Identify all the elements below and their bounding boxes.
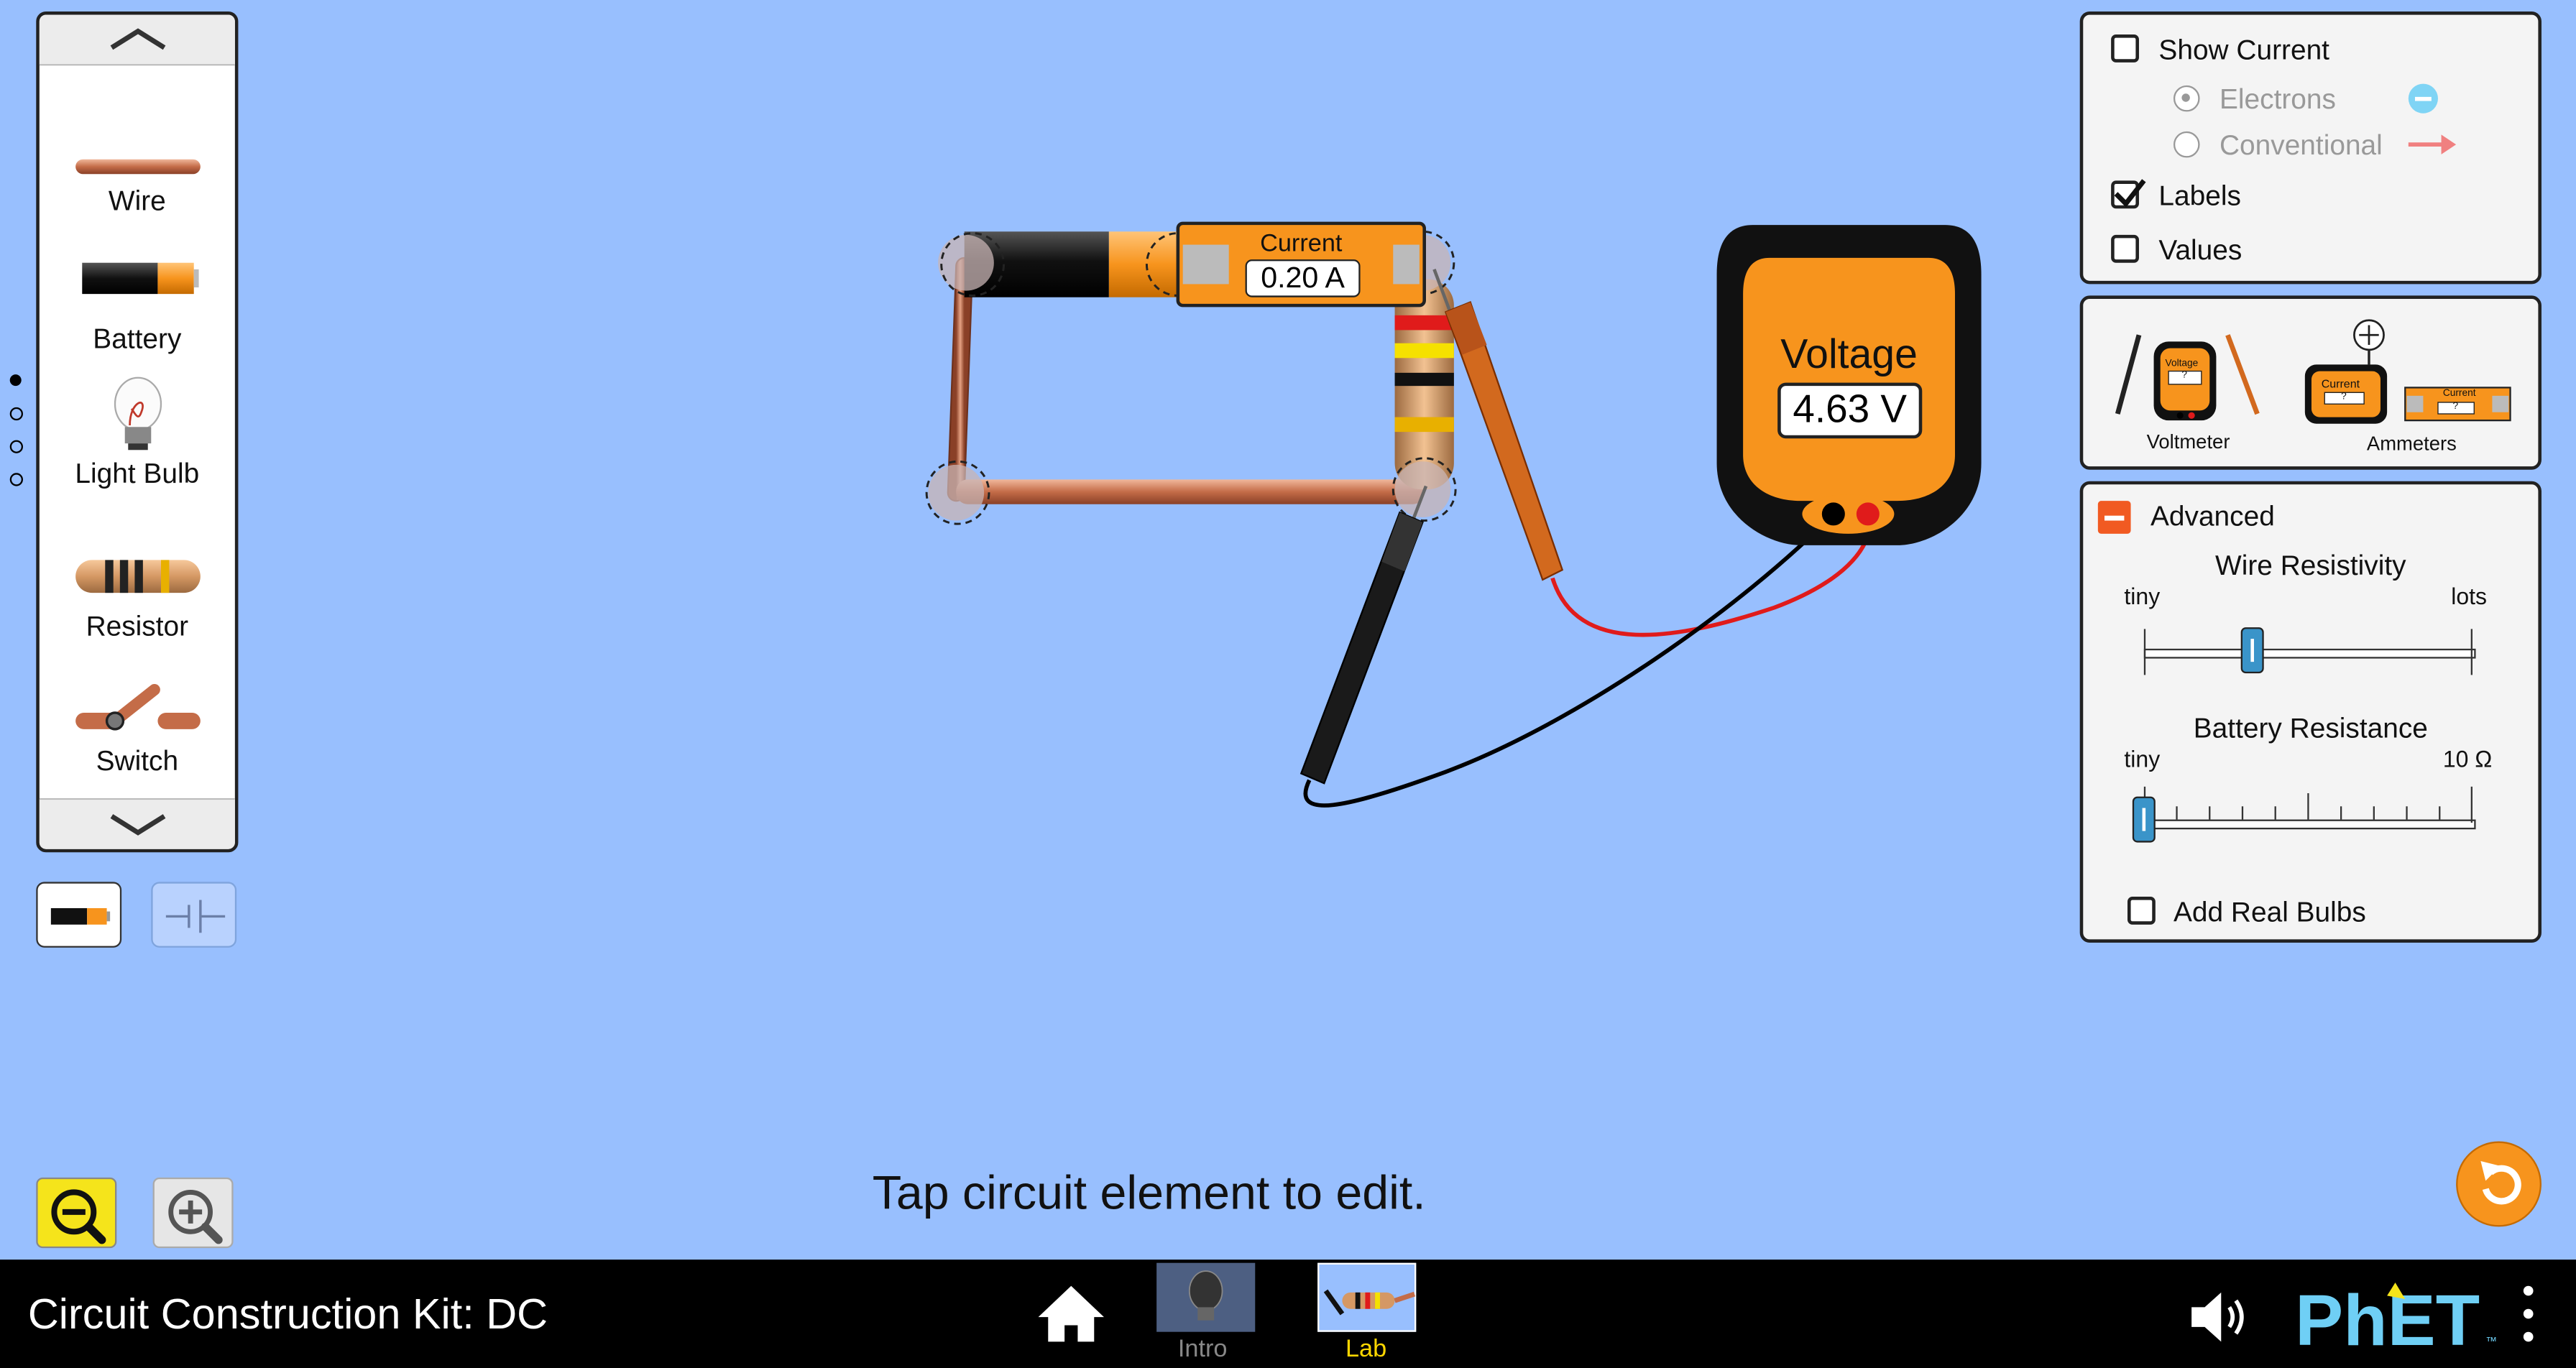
- resistor[interactable]: [1394, 279, 1454, 490]
- svg-text:™: ™: [2485, 1336, 2497, 1348]
- display-options-panel: Show Current Electrons Conventional Labe…: [2079, 11, 2542, 285]
- svg-text:PhET: PhET: [2295, 1280, 2480, 1361]
- conventional-radio[interactable]: [2173, 131, 2200, 158]
- labels-checkbox[interactable]: [2111, 179, 2146, 209]
- voltmeter-tool-icon: [2115, 334, 2260, 421]
- reset-all-button[interactable]: [2456, 1141, 2542, 1227]
- ammeter-tool-icon: [2304, 319, 2511, 424]
- speaker-icon: [2191, 1292, 2244, 1342]
- light-bulb-icon: [1188, 1270, 1223, 1321]
- battery-resistance-ticks: [2143, 786, 2472, 823]
- zoom-out-button[interactable]: [36, 1177, 117, 1249]
- wire-resistivity-thumb[interactable]: [2240, 627, 2264, 674]
- screen-tab-lab-label[interactable]: Lab: [1346, 1335, 1386, 1363]
- battery-resistance-max-label: 10 Ω: [2442, 745, 2493, 772]
- home-icon: [1038, 1285, 1104, 1342]
- wire-resistivity-max-label: lots: [2451, 583, 2488, 609]
- voltmeter-tool-icon-text: Voltage: [2165, 359, 2199, 370]
- sound-toggle-button[interactable]: [2185, 1286, 2260, 1349]
- simulation-screen: Wire Battery Light Bulb Resistor Switch …: [0, 0, 2576, 1368]
- series-ammeter[interactable]: Current 0.20 A: [1176, 221, 1426, 308]
- add-real-bulbs-label[interactable]: Add Real Bulbs: [2174, 897, 2366, 930]
- ammeter-readout: 0.20 A: [1245, 259, 1361, 297]
- advanced-collapse-button[interactable]: [2097, 501, 2131, 534]
- values-checkbox[interactable]: [2111, 234, 2139, 263]
- home-button[interactable]: [1035, 1282, 1108, 1348]
- wire-resistivity-label: Wire Resistivity: [2215, 550, 2406, 582]
- wire-bottom[interactable]: [956, 479, 1425, 504]
- voltmeter[interactable]: Voltage 4.63 V: [1716, 225, 1982, 545]
- screen-tab-intro-label[interactable]: Intro: [1178, 1335, 1228, 1363]
- show-current-checkbox[interactable]: [2111, 34, 2139, 63]
- screen-tab-lab[interactable]: [1317, 1262, 1417, 1332]
- voltmeter-tool[interactable]: Voltage ? Voltmeter: [2110, 318, 2267, 453]
- conventional-arrow-icon: [2408, 134, 2457, 154]
- reset-icon: [2480, 1160, 2521, 1205]
- zoom-in-button[interactable]: [152, 1177, 234, 1249]
- phet-menu-button[interactable]: PhET ™: [2292, 1272, 2555, 1361]
- battery-resistance-min-label: tiny: [2124, 745, 2161, 772]
- vertex-bottom-left[interactable]: [925, 460, 990, 525]
- ammeter-series-icon-value: ?: [2452, 402, 2459, 412]
- phet-logo-icon: PhET ™: [2295, 1280, 2497, 1361]
- ammeters-tool-label: Ammeters: [2366, 432, 2457, 456]
- kebab-menu-icon[interactable]: [2522, 1285, 2535, 1349]
- wire-resistivity-min-label: tiny: [2124, 583, 2161, 609]
- battery-resistance-slider[interactable]: [2132, 786, 2476, 843]
- sim-title: Circuit Construction Kit: DC: [27, 1289, 548, 1339]
- electrons-radio[interactable]: [2173, 85, 2200, 112]
- ammeter-series-icon-text: Current: [2442, 389, 2476, 399]
- ammeters-tool[interactable]: Current ? Current ? Ammeters: [2296, 312, 2526, 455]
- add-real-bulbs-checkbox[interactable]: [2127, 896, 2156, 925]
- values-label[interactable]: Values: [2158, 235, 2242, 268]
- battery-resistance-thumb[interactable]: [2132, 796, 2156, 843]
- voltmeter-label: Voltage: [1780, 331, 1918, 378]
- checkmark-icon: [2114, 179, 2146, 208]
- ammeter-probe-icon-value: ?: [2341, 392, 2347, 402]
- zoom-in-icon: [168, 1189, 223, 1244]
- advanced-panel: Advanced Wire Resistivity tiny lots Batt…: [2079, 481, 2542, 943]
- resistor-icon: [1323, 1289, 1416, 1316]
- voltmeter-tool-label: Voltmeter: [2146, 430, 2230, 453]
- electron-icon: [2408, 83, 2438, 114]
- hint-text: Tap circuit element to edit.: [872, 1168, 1426, 1221]
- advanced-title: Advanced: [2150, 501, 2275, 532]
- wire-left[interactable]: [947, 256, 974, 502]
- wire-resistivity-slider[interactable]: [2143, 627, 2476, 678]
- labels-label[interactable]: Labels: [2158, 180, 2241, 213]
- black-voltmeter-probe[interactable]: [1300, 485, 1428, 785]
- screen-tab-intro[interactable]: [1156, 1262, 1256, 1332]
- voltmeter-tool-icon-value: ?: [2181, 371, 2188, 382]
- conventional-label[interactable]: Conventional: [2220, 130, 2383, 163]
- zoom-out-icon: [51, 1189, 106, 1244]
- electrons-label[interactable]: Electrons: [2220, 84, 2336, 117]
- show-current-label[interactable]: Show Current: [2158, 34, 2329, 68]
- battery-resistance-label: Battery Resistance: [2193, 712, 2428, 744]
- measurement-tools-panel: Voltage ? Voltmeter Current ? Current ? …: [2079, 295, 2542, 470]
- ammeter-probe-icon-text: Current: [2321, 379, 2360, 391]
- voltmeter-readout: 4.63 V: [1777, 382, 1923, 439]
- ammeter-label: Current: [1260, 229, 1343, 258]
